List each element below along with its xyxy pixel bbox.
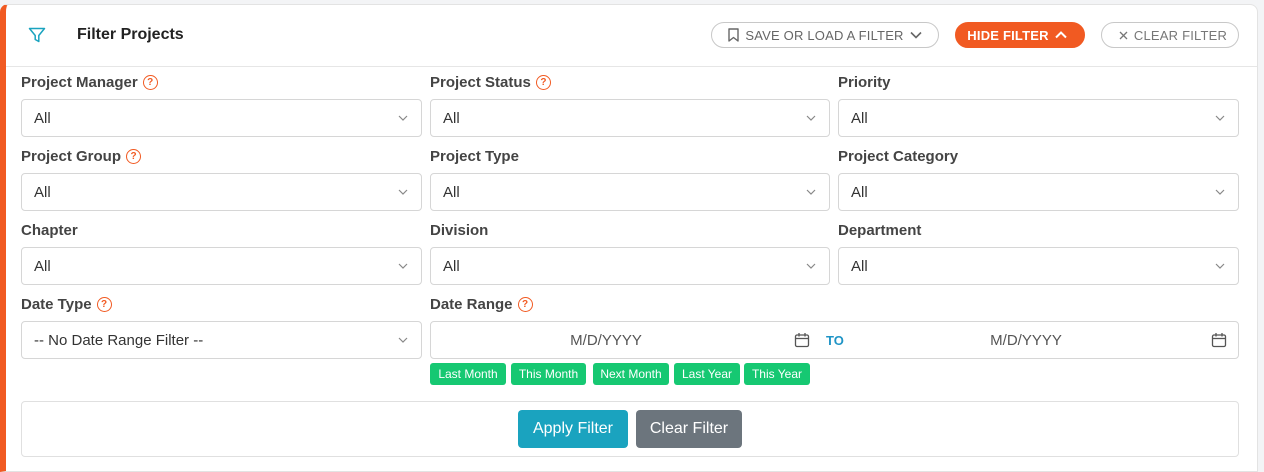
chevron-down-icon: [398, 337, 408, 343]
date-range-to-label: TO: [826, 333, 844, 348]
quick-range-next-month[interactable]: Next Month: [593, 363, 669, 385]
project-category-select[interactable]: All: [838, 173, 1239, 211]
chevron-down-icon: [398, 189, 408, 195]
project-category-value: All: [851, 183, 868, 201]
quick-range-last-year[interactable]: Last Year: [674, 363, 740, 385]
help-icon[interactable]: ?: [517, 297, 533, 312]
apply-filter-button[interactable]: Apply Filter: [518, 410, 628, 448]
quick-range-last-month[interactable]: Last Month: [430, 363, 506, 385]
quick-range-this-month[interactable]: This Month: [511, 363, 586, 385]
date-type-value: -- No Date Range Filter --: [34, 331, 204, 349]
chevron-down-icon: [1215, 263, 1225, 269]
chevron-down-icon: [806, 263, 816, 269]
filter-panel: Filter Projects SAVE OR LOAD A FILTER HI…: [0, 4, 1258, 472]
project-status-label-text: Project Status: [430, 74, 531, 91]
project-type-select[interactable]: All: [430, 173, 830, 211]
chevron-down-icon: [398, 263, 408, 269]
chevron-down-icon: [806, 189, 816, 195]
filter-header: Filter Projects SAVE OR LOAD A FILTER HI…: [6, 5, 1257, 67]
department-label: Department: [838, 222, 921, 239]
project-manager-label-text: Project Manager: [21, 74, 138, 91]
project-type-label-text: Project Type: [430, 148, 519, 165]
calendar-icon[interactable]: [794, 332, 810, 348]
clear-filter-header-label: CLEAR FILTER: [1133, 27, 1228, 43]
save-or-load-filter-label: SAVE OR LOAD A FILTER: [745, 27, 904, 43]
division-label: Division: [430, 222, 488, 239]
clear-filter-header-button[interactable]: CLEAR FILTER: [1101, 22, 1239, 48]
project-type-value: All: [443, 183, 460, 201]
chapter-value: All: [34, 257, 51, 275]
priority-select[interactable]: All: [838, 99, 1239, 137]
hide-filter-button[interactable]: HIDE FILTER: [955, 22, 1085, 48]
filter-footer: Apply Filter Clear Filter: [21, 401, 1239, 457]
chevron-down-icon: [1215, 189, 1225, 195]
help-icon[interactable]: ?: [126, 149, 142, 164]
help-icon[interactable]: ?: [142, 75, 158, 90]
project-status-select[interactable]: All: [430, 99, 830, 137]
date-to-input[interactable]: M/D/YYYY: [851, 322, 1201, 358]
department-select[interactable]: All: [838, 247, 1239, 285]
bookmark-icon: [728, 28, 740, 42]
clear-filter-button[interactable]: Clear Filter: [636, 410, 742, 448]
project-type-label: Project Type: [430, 148, 519, 165]
chapter-label: Chapter: [21, 222, 78, 239]
date-range-input-group: M/D/YYYY TO M/D/YYYY: [430, 321, 1239, 359]
project-group-value: All: [34, 183, 51, 201]
help-icon[interactable]: ?: [535, 75, 551, 90]
calendar-icon[interactable]: [1211, 332, 1227, 348]
hide-filter-label: HIDE FILTER: [967, 27, 1049, 43]
date-type-select[interactable]: -- No Date Range Filter --: [21, 321, 422, 359]
project-manager-label: Project Manager ?: [21, 74, 158, 91]
chapter-select[interactable]: All: [21, 247, 422, 285]
chapter-label-text: Chapter: [21, 222, 78, 239]
date-range-label: Date Range ?: [430, 296, 533, 313]
chevron-up-icon: [1054, 31, 1067, 39]
help-icon[interactable]: ?: [96, 297, 112, 312]
date-from-input[interactable]: M/D/YYYY: [431, 322, 781, 358]
division-select[interactable]: All: [430, 247, 830, 285]
project-group-label: Project Group ?: [21, 148, 142, 165]
project-group-select[interactable]: All: [21, 173, 422, 211]
project-status-label: Project Status ?: [430, 74, 551, 91]
page-title: Filter Projects: [77, 26, 184, 43]
date-type-label: Date Type ?: [21, 296, 112, 313]
project-status-value: All: [443, 109, 460, 127]
chevron-down-icon: [910, 31, 922, 39]
project-category-label: Project Category: [838, 148, 958, 165]
priority-value: All: [851, 109, 868, 127]
project-manager-select[interactable]: All: [21, 99, 422, 137]
chevron-down-icon: [398, 115, 408, 121]
division-value: All: [443, 257, 460, 275]
priority-label-text: Priority: [838, 74, 891, 91]
project-group-label-text: Project Group: [21, 148, 122, 165]
save-or-load-filter-button[interactable]: SAVE OR LOAD A FILTER: [711, 22, 939, 48]
chevron-down-icon: [1215, 115, 1225, 121]
chevron-down-icon: [806, 115, 816, 121]
close-icon: [1119, 31, 1128, 39]
quick-range-this-year[interactable]: This Year: [744, 363, 810, 385]
filter-icon: [28, 27, 46, 43]
priority-label: Priority: [838, 74, 891, 91]
date-type-label-text: Date Type: [21, 296, 92, 313]
project-category-label-text: Project Category: [838, 148, 959, 165]
department-value: All: [851, 257, 868, 275]
department-label-text: Department: [838, 222, 922, 239]
project-manager-value: All: [34, 109, 51, 127]
date-range-label-text: Date Range: [430, 296, 513, 313]
division-label-text: Division: [430, 222, 489, 239]
